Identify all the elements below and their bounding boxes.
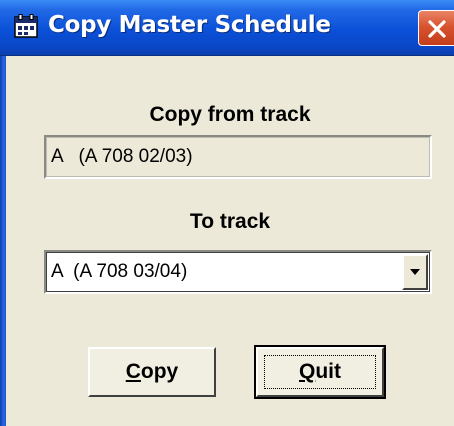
copy-button-label: opy: [140, 360, 179, 383]
copy-button-accel: C: [125, 360, 141, 383]
app-schedule-icon: [14, 14, 38, 38]
to-track-select[interactable]: A (A 708 03/04): [44, 250, 432, 294]
dropdown-button[interactable]: [402, 254, 428, 290]
focus-rect: [264, 355, 376, 389]
chevron-down-icon: [410, 269, 420, 275]
close-button[interactable]: [418, 10, 454, 46]
close-icon: [428, 20, 446, 38]
copy-master-schedule-dialog: Copy Master Schedule Copy from track A (…: [0, 0, 454, 426]
quit-button[interactable]: Quit: [254, 345, 386, 399]
to-track-label: To track: [189, 210, 271, 233]
title-bar[interactable]: Copy Master Schedule: [0, 0, 454, 56]
copy-from-track-label: Copy from track: [149, 103, 311, 126]
to-track-value: A (A 708 03/04): [51, 261, 188, 282]
window-title: Copy Master Schedule: [48, 12, 331, 38]
copy-button[interactable]: Copy: [88, 347, 216, 397]
copy-from-track-field: A (A 708 02/03): [44, 135, 432, 179]
copy-from-track-value: A (A 708 02/03): [51, 146, 193, 167]
